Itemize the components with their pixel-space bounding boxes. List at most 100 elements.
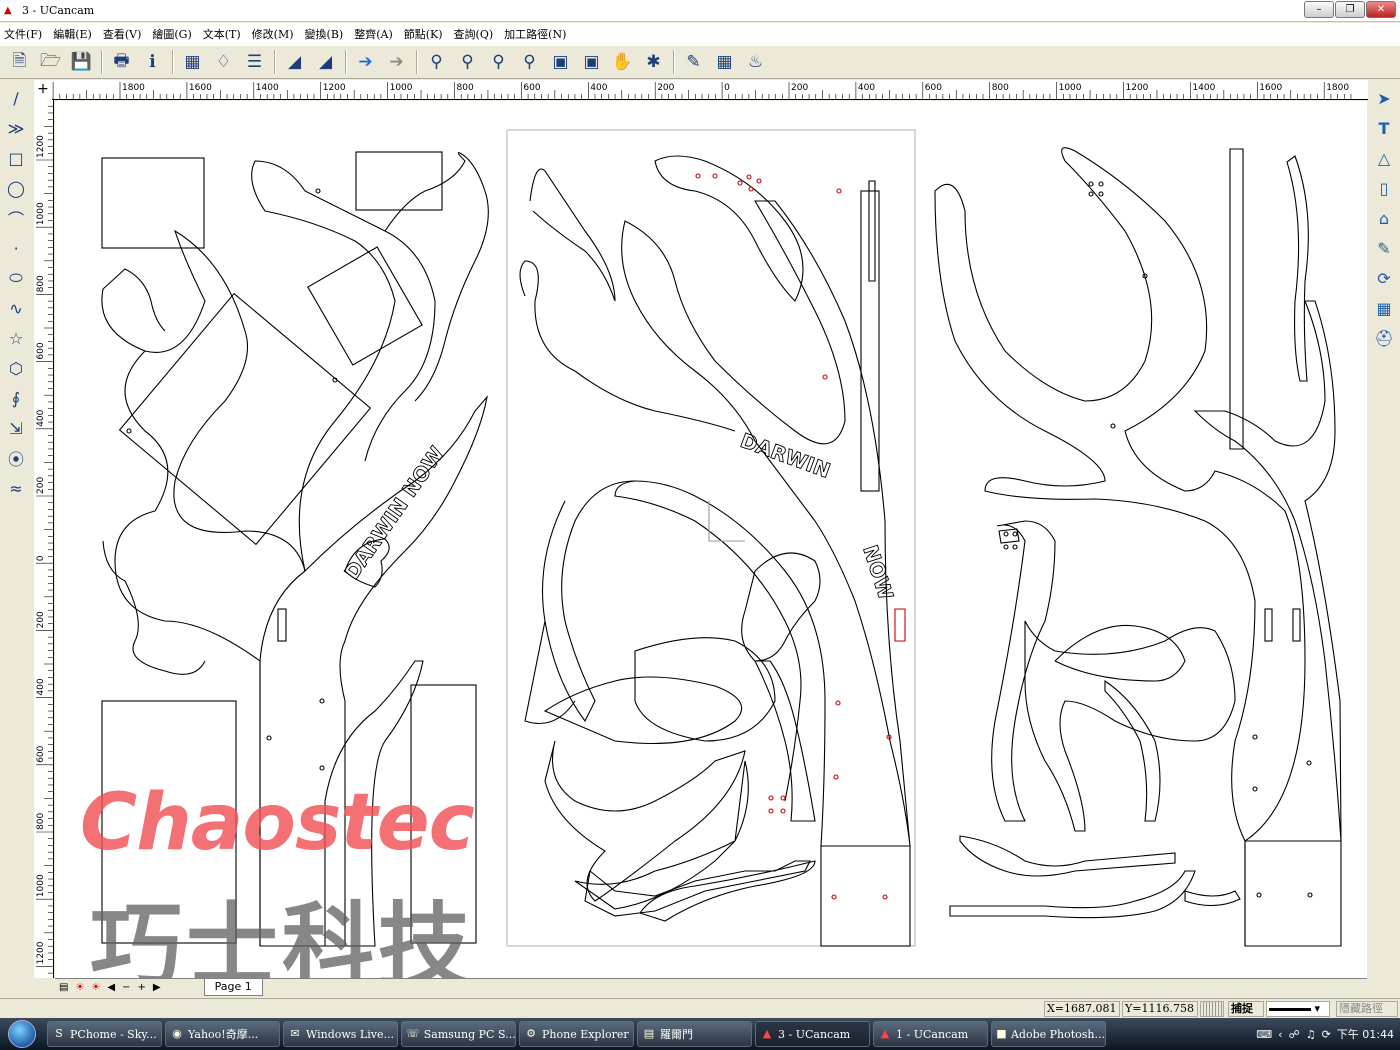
taskbar-item[interactable]: ✉ Windows Live... — [283, 1021, 398, 1047]
taskbar-item[interactable]: ▲ 1 - UCancam — [873, 1021, 988, 1047]
menu-transform[interactable]: 變換(B) — [305, 26, 344, 42]
tray-chevron-icon[interactable]: ‹ — [1278, 1028, 1282, 1041]
node-edit-icon[interactable]: △ — [1371, 143, 1397, 173]
zoom-in-icon[interactable]: ⚲ — [454, 49, 481, 75]
add-page-icon[interactable]: + — [137, 982, 145, 993]
drawing-canvas[interactable]: DARWIN NOW DARWIN NOW Chaostec 巧士科技 — [55, 101, 1367, 978]
house-icon[interactable]: ⌂ — [1371, 203, 1397, 233]
pan-hand-icon[interactable]: ✋ — [609, 49, 636, 75]
ruler-label: 1600 — [189, 83, 212, 93]
taskbar-item[interactable]: ◉ Yahoo!奇摩... — [165, 1021, 280, 1047]
snap-toggle[interactable]: 捕捉 — [1228, 1001, 1264, 1017]
minimize-button[interactable]: – — [1304, 1, 1334, 18]
cutter-icon[interactable]: ⛑ — [1371, 323, 1397, 353]
shield-icon[interactable]: ♢ — [210, 49, 237, 75]
network-icon[interactable]: ☍ — [1289, 1028, 1300, 1041]
next-page-icon[interactable]: ▶ — [153, 982, 161, 993]
layers-icon[interactable]: ☰ — [241, 49, 268, 75]
menu-align[interactable]: 整齊(A) — [354, 26, 393, 42]
panel-2-text-darwin[interactable]: DARWIN — [737, 428, 834, 484]
frame-rect[interactable] — [101, 157, 205, 249]
update-icon[interactable]: ⟳ — [1322, 1028, 1331, 1041]
point-icon[interactable]: ⋅ — [3, 233, 29, 263]
panel-3-design[interactable] — [934, 147, 1342, 947]
taskbar-item[interactable]: ☏ Samsung PC S... — [401, 1021, 516, 1047]
layers-icon[interactable]: ▤ — [59, 982, 68, 993]
line-icon[interactable]: ∕ — [3, 83, 29, 113]
toolpath-icon[interactable]: ✎ — [1371, 233, 1397, 263]
horizontal-ruler[interactable]: 1800 1600 1400 1200 1000 800 600 400 200 0 200 400 6… — [52, 80, 1368, 100]
ruler-icon[interactable]: ◢ — [281, 49, 308, 75]
rotate-icon[interactable]: ⟳ — [1371, 263, 1397, 293]
spline-icon[interactable]: ∿ — [3, 293, 29, 323]
offset-icon[interactable]: ∮ — [3, 383, 29, 413]
render-icon[interactable]: ♨ — [742, 49, 769, 75]
page-tab[interactable]: Page 1 — [203, 979, 263, 996]
zoom-selection-icon[interactable]: ▣ — [578, 49, 605, 75]
line-style-dropdown[interactable]: ▾ — [1266, 1001, 1330, 1017]
hide-path-toggle[interactable]: 隱藏路徑 — [1336, 1001, 1398, 1017]
close-button[interactable]: ✕ — [1366, 1, 1396, 18]
pencil-tool-icon[interactable]: ✎ — [680, 49, 707, 75]
info-icon[interactable]: ℹ — [139, 49, 166, 75]
circle-icon[interactable]: ◯ — [3, 173, 29, 203]
zoom-all-icon[interactable]: ⚲ — [516, 49, 543, 75]
panel-2-text-now[interactable]: NOW — [858, 542, 899, 603]
panel-2-design[interactable]: DARWIN NOW — [506, 129, 916, 947]
menu-view[interactable]: 查看(V) — [103, 26, 142, 42]
zoom-page-icon[interactable]: ▣ — [547, 49, 574, 75]
restore-button[interactable]: ❐ — [1335, 1, 1365, 18]
clock[interactable]: 下午 01:44 — [1337, 1026, 1394, 1042]
eraser-icon[interactable]: ▯ — [1371, 173, 1397, 203]
zoom-window-icon[interactable]: ⚲ — [423, 49, 450, 75]
sun-icon[interactable]: ☀ — [75, 982, 84, 993]
polygon-icon[interactable]: ⬡ — [3, 353, 29, 383]
prev-page-icon[interactable]: ◀ — [107, 982, 115, 993]
taskbar-item[interactable]: ■ Adobe Photosh... — [991, 1021, 1106, 1047]
vertical-ruler[interactable]: 1200 1000 800 600 400 200 0 200 400 600 800 1000 120… — [34, 100, 54, 978]
keyboard-icon[interactable]: ⌨ — [1256, 1028, 1272, 1041]
remove-page-icon[interactable]: − — [122, 982, 130, 993]
taskbar-item[interactable]: S PChome - Sky... — [47, 1021, 162, 1047]
print-icon[interactable]: 🖶 — [108, 49, 135, 75]
frame-rect[interactable] — [355, 151, 443, 211]
volume-icon[interactable]: ♫ — [1306, 1028, 1316, 1041]
polyline-icon[interactable]: ≫ — [3, 113, 29, 143]
ruler-corner[interactable]: + — [34, 80, 52, 100]
taskbar-item-active[interactable]: ▲ 3 - UCancam — [755, 1021, 870, 1047]
forward-arrow-icon[interactable]: ➔ — [383, 49, 410, 75]
triangle-ruler-icon[interactable]: ◢ — [312, 49, 339, 75]
taskbar-item[interactable]: ⚙ Phone Explorer — [519, 1021, 634, 1047]
import-icon[interactable]: ▦ — [179, 49, 206, 75]
arrow-icon[interactable]: ⇲ — [3, 413, 29, 443]
back-arrow-icon[interactable]: ➔ — [352, 49, 379, 75]
menu-edit[interactable]: 編輯(E) — [53, 26, 92, 42]
new-file-icon[interactable]: 🗎 — [6, 49, 33, 75]
wave-icon[interactable]: ≈ — [3, 473, 29, 503]
menu-modify[interactable]: 修改(M) — [252, 26, 294, 42]
menu-text[interactable]: 文本(T) — [203, 26, 241, 42]
start-button[interactable] — [0, 1018, 44, 1050]
text-grid-icon[interactable]: ▦ — [711, 49, 738, 75]
spiral-icon[interactable]: ⦿ — [3, 443, 29, 473]
save-icon[interactable]: 💾 — [68, 49, 95, 75]
grid-toggle-icon[interactable] — [1200, 1001, 1224, 1017]
taskbar-item[interactable]: ▤ 羅爾門 — [637, 1021, 752, 1047]
menu-node[interactable]: 節點(K) — [404, 26, 443, 42]
grid-icon[interactable]: ▦ — [1371, 293, 1397, 323]
text-tool-icon[interactable]: T — [1371, 113, 1397, 143]
menu-query[interactable]: 查詢(Q) — [454, 26, 494, 42]
menu-draw[interactable]: 繪圖(G) — [152, 26, 191, 42]
menu-file[interactable]: 文件(F) — [4, 26, 42, 42]
select-arrow-icon[interactable]: ➤ — [1371, 83, 1397, 113]
menu-toolpath[interactable]: 加工路徑(N) — [504, 26, 566, 42]
origin-icon[interactable]: ✱ — [640, 49, 667, 75]
open-folder-icon[interactable]: 🗁 — [37, 49, 64, 75]
rectangle-icon[interactable]: □ — [3, 143, 29, 173]
star-icon[interactable]: ☆ — [3, 323, 29, 353]
sun-icon[interactable]: ☀ — [91, 982, 100, 993]
arc-icon[interactable]: ⌒ — [3, 203, 29, 233]
zoom-out-icon[interactable]: ⚲ — [485, 49, 512, 75]
frame-rect[interactable] — [307, 246, 423, 366]
ellipse-icon[interactable]: ⬭ — [3, 263, 29, 293]
